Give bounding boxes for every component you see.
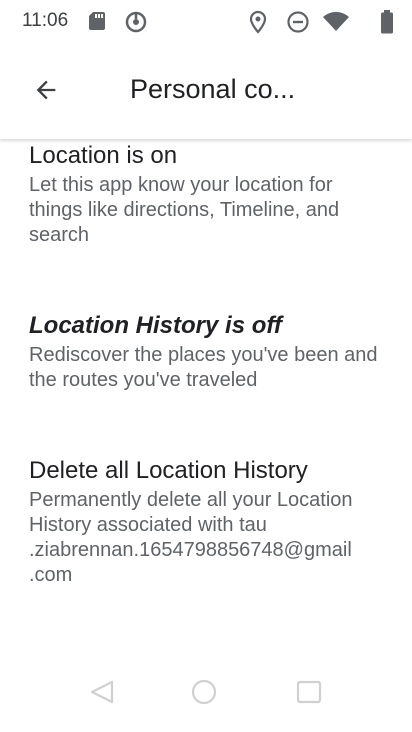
arrow-back-icon — [32, 76, 60, 109]
location-setting-title: Location is on — [29, 142, 178, 169]
sync-icon — [124, 10, 148, 39]
location-setting-description: Let this app know your location for thin… — [29, 174, 340, 246]
delete-location-history-description: Permanently delete all your Location His… — [29, 489, 353, 586]
sd-card-icon — [88, 10, 108, 37]
page-title: Personal co... — [130, 74, 296, 104]
delete-location-history-title: Delete all Location History — [29, 457, 308, 484]
location-setting[interactable]: Location is on Let this app know your lo… — [29, 141, 389, 248]
location-history-setting[interactable]: Location History is off Rediscover the p… — [29, 311, 389, 393]
back-nav-icon[interactable] — [88, 680, 116, 709]
home-nav-icon[interactable] — [190, 678, 218, 711]
location-icon — [248, 10, 268, 39]
do-not-disturb-icon — [286, 10, 310, 39]
battery-icon — [380, 10, 394, 39]
status-bar: 11:06 — [0, 0, 412, 44]
back-button[interactable] — [22, 68, 70, 116]
location-history-setting-description: Rediscover the places you've been and th… — [29, 344, 378, 391]
recents-nav-icon[interactable] — [296, 680, 322, 709]
navigation-bar — [0, 662, 412, 732]
status-time: 11:06 — [22, 10, 69, 31]
settings-list[interactable]: Location is on Let this app know your lo… — [0, 139, 412, 659]
wifi-icon — [322, 10, 350, 39]
location-history-setting-title: Location History is off — [29, 312, 282, 339]
app-bar: Personal co... — [0, 44, 412, 139]
delete-location-history-setting[interactable]: Delete all Location History Permanently … — [29, 456, 389, 588]
